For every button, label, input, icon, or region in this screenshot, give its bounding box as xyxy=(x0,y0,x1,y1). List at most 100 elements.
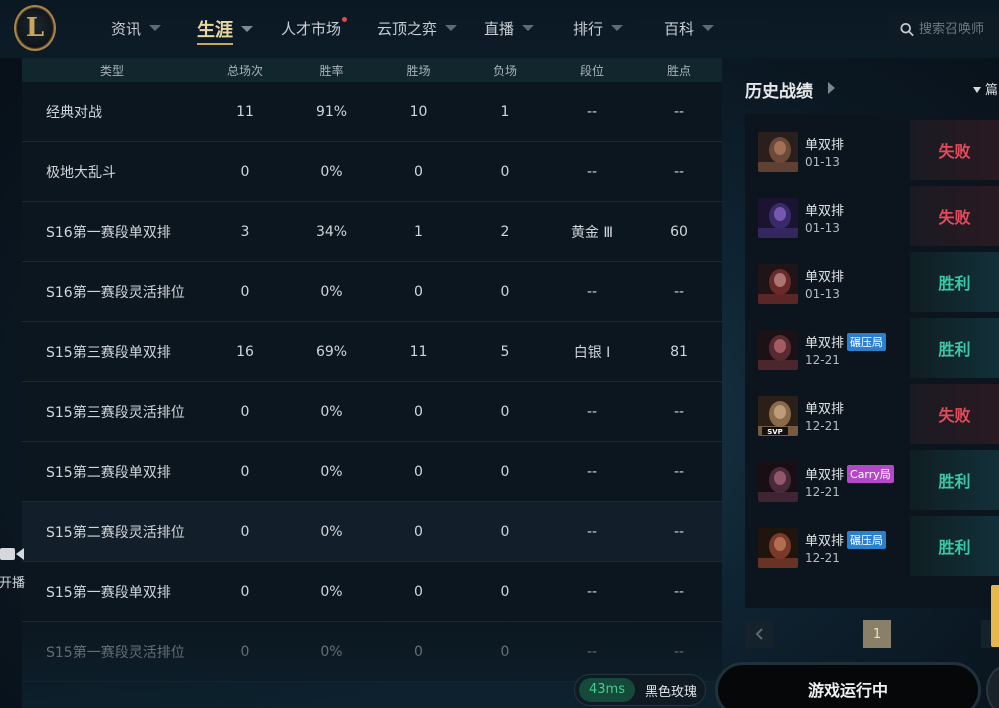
cell-lp: -- xyxy=(673,523,685,540)
table-row[interactable]: S15第三赛段单双排 16 69% 11 5 白银 Ⅰ 81 xyxy=(22,322,722,382)
history-title[interactable]: 历史战绩 xyxy=(745,77,813,102)
cell-winrate: 0% xyxy=(320,523,343,540)
filter-icon xyxy=(973,86,981,93)
cell-lp: -- xyxy=(673,463,685,480)
table-row[interactable]: S16第一赛段单双排 3 34% 1 2 黄金 Ⅲ 60 xyxy=(22,202,722,262)
champion-portrait-icon xyxy=(758,198,798,238)
nav-item-label: 资讯 xyxy=(111,20,142,38)
ranked-stats-table: 类型 总场次 胜率 胜场 负场 段位 胜点 经典对战 11 91% 10 1 -- -- 极地… xyxy=(22,58,722,708)
extra-button[interactable] xyxy=(986,665,999,708)
nav-item-tft[interactable]: 云顶之弈 xyxy=(377,18,458,40)
match-item[interactable]: 单双排 01-13 胜利 xyxy=(745,246,999,312)
table-row[interactable]: 经典对战 11 91% 10 1 -- -- xyxy=(22,82,722,142)
match-item[interactable]: 单双排 01-13 失败 xyxy=(745,180,999,246)
cell-lp: -- xyxy=(673,283,685,300)
search-input[interactable] xyxy=(919,21,999,37)
cell-lp: -- xyxy=(673,643,685,660)
cell-type: 极地大乱斗 xyxy=(46,164,116,181)
table-row[interactable]: S15第三赛段灵活排位 0 0% 0 0 -- -- xyxy=(22,382,722,442)
header-rank: 段位 xyxy=(579,63,604,78)
header-wins: 胜场 xyxy=(406,63,431,78)
start-stream-label[interactable]: 键开播 xyxy=(0,572,25,591)
match-item[interactable]: 单双排 碾压局 12-21 胜利 xyxy=(745,510,999,576)
table-row[interactable]: S15第一赛段灵活排位 0 0% 0 0 -- -- xyxy=(22,622,722,682)
cell-losses: 0 xyxy=(500,163,510,180)
page-number-button[interactable]: 1 xyxy=(863,620,891,648)
cell-lp: -- xyxy=(673,103,685,120)
chevron-left-icon xyxy=(755,628,763,640)
table-row[interactable]: S15第一赛段单双排 0 0% 0 0 -- -- xyxy=(22,562,722,622)
cell-losses: 0 xyxy=(500,403,510,420)
table-row[interactable]: S15第二赛段单双排 0 0% 0 0 -- -- xyxy=(22,442,722,502)
summoner-search[interactable] xyxy=(888,14,999,44)
cell-winrate: 0% xyxy=(320,163,343,180)
champion-portrait: SVP xyxy=(758,396,798,436)
cell-lp: 81 xyxy=(670,343,688,360)
queue-label: 单双排 xyxy=(805,402,845,417)
cell-rank: -- xyxy=(586,163,598,180)
match-date: 01-13 xyxy=(805,221,840,235)
cell-total: 0 xyxy=(240,643,250,660)
cell-winrate: 69% xyxy=(315,343,348,360)
match-item[interactable]: 单双排 01-13 失败 xyxy=(745,114,999,180)
cell-type: S15第一赛段单双排 xyxy=(46,584,171,601)
cell-rank: -- xyxy=(586,103,598,120)
queue-label: 单双排 xyxy=(805,336,845,351)
champion-portrait xyxy=(758,330,798,370)
cell-total: 0 xyxy=(240,583,250,600)
cell-type: S15第二赛段灵活排位 xyxy=(46,524,185,541)
queue-type: 单双排 碾压局 xyxy=(805,530,887,549)
chevron-down-icon xyxy=(611,24,624,31)
header-winrate: 胜率 xyxy=(319,63,344,78)
nav-item-wiki[interactable]: 百科 xyxy=(664,18,715,40)
cell-total: 0 xyxy=(240,523,250,540)
cell-total: 0 xyxy=(240,403,250,420)
cell-rank: 黄金 Ⅲ xyxy=(570,224,614,241)
nav-item-talent-market[interactable]: 人才市场 xyxy=(281,17,348,40)
prev-page-button[interactable] xyxy=(745,620,773,648)
cell-type: 经典对战 xyxy=(46,104,102,121)
nav-item-label: 百科 xyxy=(664,20,695,38)
match-tag: Carry局 xyxy=(847,465,894,483)
nav-item-career[interactable]: 生涯 xyxy=(197,16,253,45)
cell-losses: 0 xyxy=(500,283,510,300)
server-status[interactable]: 43ms 黑色玫瑰 xyxy=(574,674,706,706)
header-losses: 负场 xyxy=(492,63,517,78)
table-row[interactable]: S16第一赛段灵活排位 0 0% 0 0 -- -- xyxy=(22,262,722,322)
cell-wins: 0 xyxy=(414,403,423,420)
match-result: 胜利 xyxy=(910,516,999,576)
match-date: 12-21 xyxy=(805,485,840,499)
match-item[interactable]: 单双排 碾压局 12-21 胜利 xyxy=(745,312,999,378)
chevron-right-icon[interactable] xyxy=(828,82,835,94)
cell-winrate: 0% xyxy=(320,583,343,600)
match-item[interactable]: 单双排 Carry局 12-21 胜利 xyxy=(745,444,999,510)
table-row[interactable]: 极地大乱斗 0 0% 0 0 -- -- xyxy=(22,142,722,202)
cell-lp: -- xyxy=(673,583,685,600)
champion-portrait-icon xyxy=(758,330,798,370)
chevron-down-icon xyxy=(445,24,458,31)
queue-type: 单双排 碾压局 xyxy=(805,332,887,351)
cell-winrate: 91% xyxy=(315,103,348,120)
lol-logo-icon[interactable]: L xyxy=(14,5,56,51)
cell-winrate: 0% xyxy=(320,643,343,660)
match-item[interactable]: SVP 单双排 12-21 失败 xyxy=(745,378,999,444)
cell-wins: 0 xyxy=(414,163,423,180)
video-camera-icon[interactable] xyxy=(0,545,26,563)
cell-total: 0 xyxy=(240,283,250,300)
queue-label: 单双排 xyxy=(805,534,845,549)
table-row[interactable]: S15第二赛段灵活排位 0 0% 0 0 -- -- xyxy=(22,502,722,562)
champion-portrait xyxy=(758,132,798,172)
chevron-down-icon xyxy=(149,24,162,31)
filter-button[interactable]: 篇 xyxy=(973,79,998,98)
game-running-button[interactable]: 游戏运行中 xyxy=(715,662,981,708)
side-tab[interactable] xyxy=(991,585,999,647)
nav-item-ranking[interactable]: 排行 xyxy=(573,18,624,40)
nav-item-live[interactable]: 直播 xyxy=(484,18,535,40)
cell-losses: 5 xyxy=(500,343,510,360)
header-type: 类型 xyxy=(99,63,124,78)
cell-total: 11 xyxy=(236,103,254,120)
ping-badge: 43ms xyxy=(579,678,635,702)
nav-item-news[interactable]: 资讯 xyxy=(111,18,162,40)
logo-letter: L xyxy=(25,13,45,43)
cell-type: S16第一赛段灵活排位 xyxy=(46,284,185,301)
